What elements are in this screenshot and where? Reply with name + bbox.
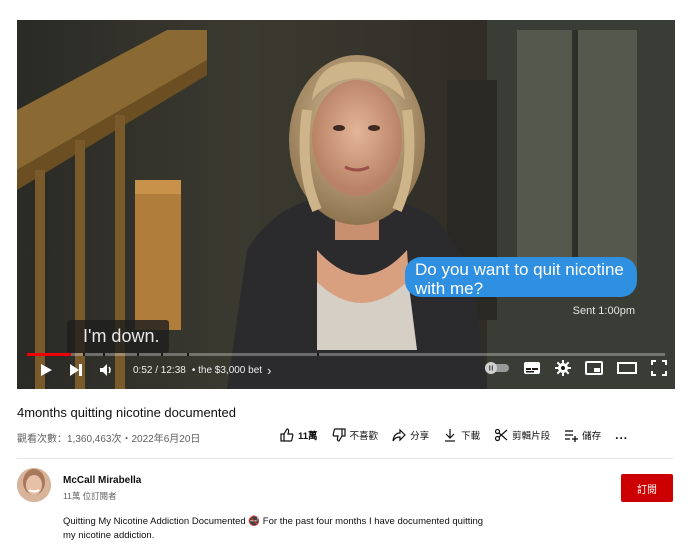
like-icon <box>280 428 294 442</box>
dislike-button[interactable]: 不喜歡 <box>332 428 379 442</box>
view-count-date: 觀看次數：1,360,463次・2022年6月20日 <box>17 434 201 445</box>
settings-icon[interactable] <box>555 359 571 381</box>
dislike-label: 不喜歡 <box>349 431 379 442</box>
save-icon <box>565 430 579 442</box>
video-title: 4months quitting nicotine documented <box>17 405 236 420</box>
dislike-icon <box>332 428 346 442</box>
volume-icon[interactable] <box>91 351 121 389</box>
message-bubble: Do you want to quit nicotine with me? <box>405 257 637 298</box>
message-status: Sent 1:00pm <box>572 305 635 317</box>
fullscreen-icon[interactable] <box>651 359 667 381</box>
share-label: 分享 <box>410 431 430 442</box>
chapter-title[interactable]: • the $3,000 bet <box>192 365 262 376</box>
miniplayer-icon[interactable] <box>585 360 603 380</box>
subscriber-count: 11萬 位訂閱者 <box>63 491 117 501</box>
clip-icon <box>494 428 508 442</box>
theater-icon[interactable] <box>617 361 637 380</box>
video-description[interactable]: Quitting My Nicotine Addiction Documente… <box>63 515 493 543</box>
save-button[interactable]: 儲存 <box>564 428 601 442</box>
avatar[interactable] <box>17 468 51 502</box>
subscribe-button[interactable]: 訂閱 <box>621 474 673 502</box>
like-count: 11萬 <box>298 431 318 442</box>
share-icon <box>392 428 406 442</box>
play-icon[interactable] <box>31 351 61 389</box>
clip-label: 剪輯片段 <box>512 431 551 442</box>
video-player[interactable]: Do you want to quit nicotine with me? Se… <box>17 20 675 389</box>
divider <box>17 458 673 459</box>
like-button[interactable]: 11萬 <box>280 428 318 442</box>
download-label: 下載 <box>461 431 481 442</box>
player-controls: 0:52 / 12:38 • the $3,000 bet › <box>17 351 675 389</box>
next-icon[interactable] <box>61 351 91 389</box>
clip-button[interactable]: 剪輯片段 <box>494 428 550 442</box>
autoplay-toggle[interactable] <box>485 361 509 379</box>
download-icon <box>445 429 456 442</box>
save-label: 儲存 <box>582 431 602 442</box>
channel-name[interactable]: McCall Mirabella <box>63 475 141 486</box>
caption-text: I'm down. <box>67 320 170 353</box>
download-button[interactable]: 下載 <box>443 428 480 442</box>
subtitles-icon[interactable] <box>523 361 541 380</box>
more-button[interactable]: ... <box>615 428 628 442</box>
chapter-chevron-icon[interactable]: › <box>267 363 271 378</box>
action-bar: 11萬 不喜歡 分享 下載 剪輯片段 儲存 ... <box>280 428 628 442</box>
share-button[interactable]: 分享 <box>392 428 429 442</box>
time-display: 0:52 / 12:38 <box>133 364 186 376</box>
